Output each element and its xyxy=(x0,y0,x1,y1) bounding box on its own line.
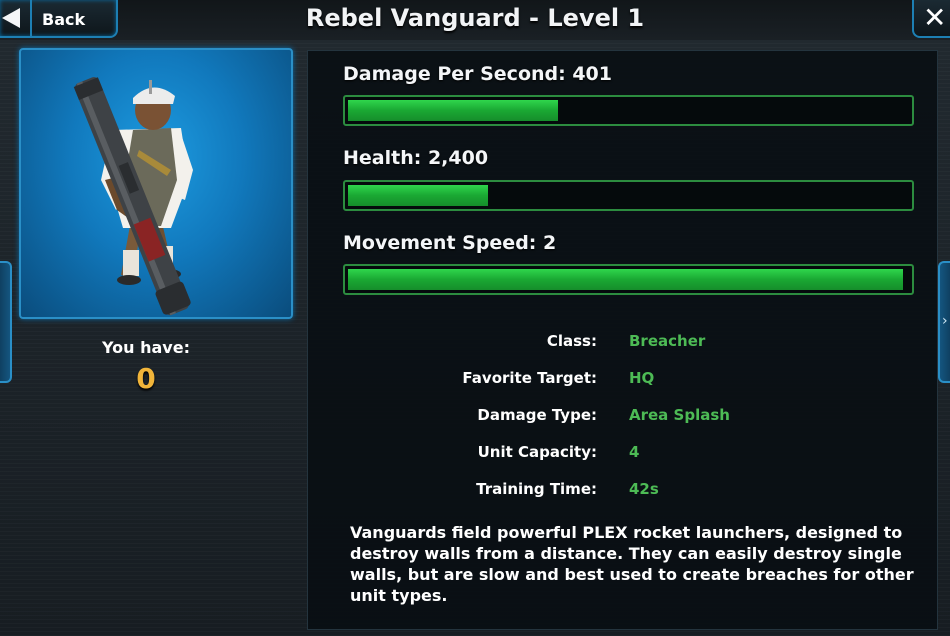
stat-label-dps: Damage Per Second: 401 xyxy=(343,63,612,85)
detail-value: Area Splash xyxy=(629,406,730,424)
unit-description: Vanguards field powerful PLEX rocket lau… xyxy=(350,523,914,605)
stat-bar-fill xyxy=(348,269,903,290)
detail-row-unit-capacity: Unit Capacity: 4 xyxy=(307,443,938,465)
detail-key: Class: xyxy=(546,332,597,350)
previous-unit-button[interactable] xyxy=(0,261,12,383)
detail-row-damage-type: Damage Type: Area Splash xyxy=(307,406,938,428)
detail-key: Favorite Target: xyxy=(462,369,597,387)
stat-label-speed: Movement Speed: 2 xyxy=(343,232,557,254)
unit-portrait xyxy=(19,48,293,319)
detail-row-favorite-target: Favorite Target: HQ xyxy=(307,369,938,391)
detail-row-training-time: Training Time: 42s xyxy=(307,480,938,502)
owned-label: You have: xyxy=(102,338,190,357)
detail-value: HQ xyxy=(629,369,655,387)
detail-key: Damage Type: xyxy=(477,406,597,424)
stat-bar-dps xyxy=(343,95,914,126)
close-icon: ✕ xyxy=(923,1,947,34)
next-unit-button[interactable]: › xyxy=(938,261,950,383)
detail-row-class: Class: Breacher xyxy=(307,332,938,354)
stat-label-health: Health: 2,400 xyxy=(343,147,489,169)
stat-bar-speed xyxy=(343,264,914,295)
stat-bar-fill xyxy=(348,185,488,206)
detail-key: Training Time: xyxy=(476,480,597,498)
detail-value: Breacher xyxy=(629,332,706,350)
close-button[interactable]: ✕ xyxy=(912,0,950,38)
detail-value: 4 xyxy=(629,443,640,461)
page-title: Rebel Vanguard - Level 1 xyxy=(305,4,645,32)
stat-bar-fill xyxy=(348,100,558,121)
stat-bar-health xyxy=(343,180,914,211)
detail-key: Unit Capacity: xyxy=(477,443,597,461)
detail-value: 42s xyxy=(629,480,659,498)
chevron-right-icon: › xyxy=(942,313,948,329)
owned-count: 0 xyxy=(136,362,156,395)
rebel-vanguard-portrait xyxy=(73,77,193,316)
